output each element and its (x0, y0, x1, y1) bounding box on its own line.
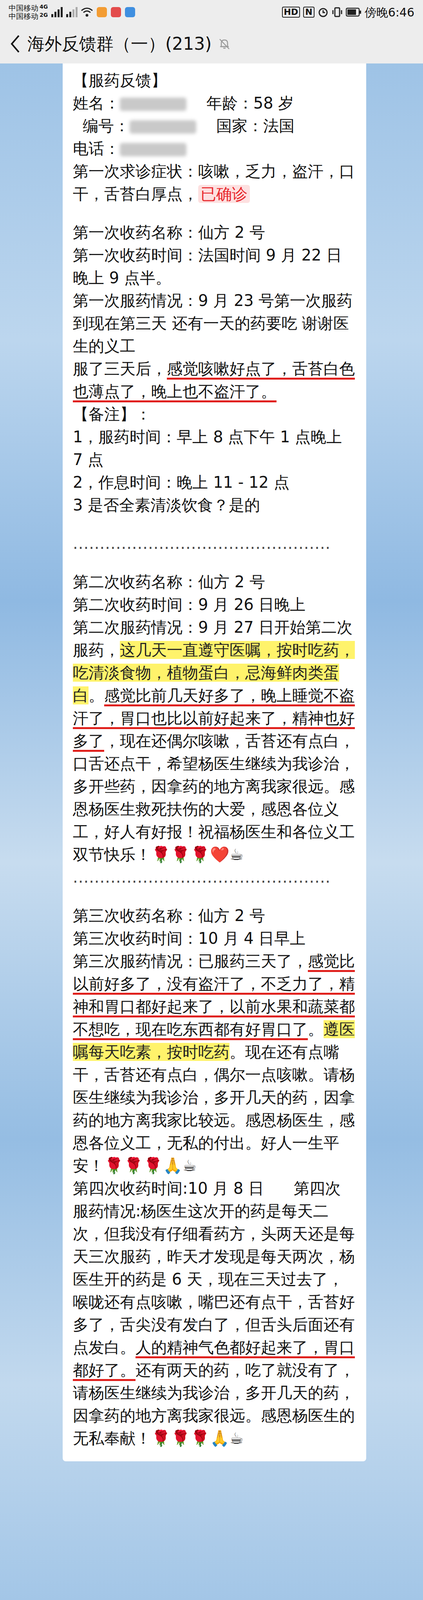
status-left: 中国移动4G中国移动2G (8, 3, 136, 21)
app-icon (96, 6, 108, 18)
status-right: HDN 傍晚6:46 (282, 3, 415, 22)
signal-icon (65, 7, 78, 18)
dotted-separator: ........................................… (72, 865, 357, 889)
text-segment: 【服药反馈】 (72, 71, 167, 90)
message-paragraph: 【服药反馈】 (72, 68, 357, 92)
redacted-field (129, 120, 197, 134)
text-segment: ，现在还偶尔咳嗽，舌苔还有点白，口舌还点干，希望杨医生继续为我诊治，多开些药，因… (72, 731, 355, 864)
text-segment: 年龄：58 岁 (186, 94, 294, 113)
text-segment: 。 (88, 686, 105, 705)
text-segment: 2，作息时间：晚上 11 - 12 点 (72, 473, 290, 492)
status-indicator: N (303, 6, 315, 18)
mute-bell-icon (217, 37, 232, 51)
message-paragraph: 第一次服药情况：9 月 23 号第一次服药 到现在第三天 还有一天的药要吃 谢谢… (72, 289, 357, 358)
dotted-separator: ........................................… (72, 531, 357, 555)
text-segment: 第一次收药时间：法国时间 9 月 22 日晚上 9 点半。 (72, 245, 342, 287)
alarm-icon (317, 6, 329, 18)
carrier-line: 中国移动2G (8, 12, 48, 21)
carrier-list: 中国移动4G中国移动2G (8, 3, 48, 21)
text-segment: 第一次服药情况：9 月 23 号第一次服药 到现在第三天 还有一天的药要吃 谢谢… (72, 291, 358, 355)
text-segment: 。 (307, 1019, 324, 1038)
text-segment: 第三次收药名称：仙方 2 号 (72, 906, 266, 925)
message-paragraph: 第三次收药时间：10 月 4 日早上 (72, 926, 357, 950)
carrier-name: 中国移动 (8, 11, 39, 21)
text-segment: 编号： (72, 116, 130, 135)
chat-title: 海外反馈群（一）(213) (27, 30, 212, 57)
text-segment: 【备注】： (72, 404, 152, 423)
text-segment: 姓名： (72, 94, 120, 113)
back-button[interactable] (9, 34, 22, 54)
text-segment: 服了三天后， (72, 359, 167, 378)
wifi-icon (80, 7, 94, 18)
clock: 傍晚6:46 (364, 3, 415, 22)
status-indicator: HD (282, 6, 301, 18)
text-segment: 第二次收药时间：9 月 26 日晚上 (72, 595, 306, 614)
chat-area: 【服药反馈】姓名： 年龄：58 岁 编号： 国家：法国电话：第一次求诊症状：咳嗽… (0, 63, 423, 1600)
text-segment: 3 是否全素清淡饮食？是的 (72, 495, 261, 514)
message-paragraph: 【备注】： (72, 402, 357, 426)
back-arrow-icon (9, 34, 22, 54)
redacted-field (119, 97, 187, 111)
app-icon (110, 6, 122, 18)
message-paragraph: 第一次求诊症状：咳嗽，乏力，盗汗，口干，舌苔白厚点，已确诊 (72, 159, 357, 206)
message-paragraph: 第二次收药名称：仙方 2 号 (72, 570, 357, 593)
message-paragraph: 第一次收药名称：仙方 2 号 (72, 220, 357, 244)
app-icon (124, 6, 136, 18)
battery-icon (345, 7, 362, 17)
text-segment: 1，服药时间：早上 8 点下午 1 点晚上 7 点 (72, 427, 348, 469)
message-paragraph: 编号： 国家：法国 (72, 114, 357, 138)
text-segment: 。现在还有点嘴干，舌苔还有点白，偶尔一点咳嗽。请杨医生继续为我诊治，多开几天的药… (72, 1042, 355, 1175)
message-paragraph: 2，作息时间：晚上 11 - 12 点 (72, 470, 357, 494)
status-bar: 中国移动4G中国移动2GHDN傍晚6:46 (0, 0, 423, 25)
text-segment: 第三次服药情况：已服药三天了， (72, 951, 308, 970)
message-paragraph: 第一次收药时间：法国时间 9 月 22 日晚上 9 点半。 (72, 243, 357, 290)
text-segment: 第四次收药时间:10 月 8 日 第四次服药情况:杨医生这次开的药是每天二次，但… (72, 1178, 355, 1356)
network-type: 2G (39, 11, 48, 19)
text-segment: 第三次收药时间：10 月 4 日早上 (72, 929, 306, 948)
message-paragraph: 第三次服药情况：已服药三天了，感觉比以前好多了，没有盗汗了，不乏力了，精神和胃口… (72, 949, 357, 1177)
text-segment: ........................................… (72, 534, 331, 553)
message-paragraph: 1，服药时间：早上 8 点下午 1 点晚上 7 点 (72, 425, 357, 471)
text-segment: ........................................… (72, 867, 331, 886)
message-paragraph: 电话： (72, 137, 357, 160)
carrier-line: 中国移动4G (8, 3, 48, 13)
text-segment: 第一次收药名称：仙方 2 号 (72, 223, 266, 242)
message-paragraph: 第二次服药情况：9 月 27 日开始第二次服药，这几天一直遵守医嘱，按时吃药，吃… (72, 615, 357, 866)
redacted-field (119, 142, 187, 157)
title-bar: 海外反馈群（一）(213) (0, 24, 423, 64)
message-paragraph: 3 是否全素清淡饮食？是的 (72, 493, 357, 517)
signal-icon (50, 7, 63, 18)
text-segment: 电话： (72, 139, 120, 158)
vibrate-icon (331, 6, 343, 18)
carrier-name: 中国移动 (8, 3, 39, 13)
message-paragraph: 第四次收药时间:10 月 8 日 第四次服药情况:杨医生这次开的药是每天二次，但… (72, 1176, 357, 1450)
message-paragraph: 姓名： 年龄：58 岁 (72, 91, 357, 115)
message-paragraph: 第三次收药名称：仙方 2 号 (72, 903, 357, 927)
text-segment: 第二次收药名称：仙方 2 号 (72, 572, 266, 591)
network-type: 4G (39, 3, 48, 10)
message-paragraph: 服了三天后，感觉咳嗽好点了，舌苔白色也薄点了，晚上也不盗汗了。 (72, 357, 357, 403)
diagnosis-tag: 已确诊 (198, 184, 250, 203)
message-paragraph: 第二次收药时间：9 月 26 日晚上 (72, 592, 357, 616)
text-segment: 国家：法国 (196, 116, 295, 135)
message-bubble[interactable]: 【服药反馈】姓名： 年龄：58 岁 编号： 国家：法国电话：第一次求诊症状：咳嗽… (62, 63, 367, 1461)
